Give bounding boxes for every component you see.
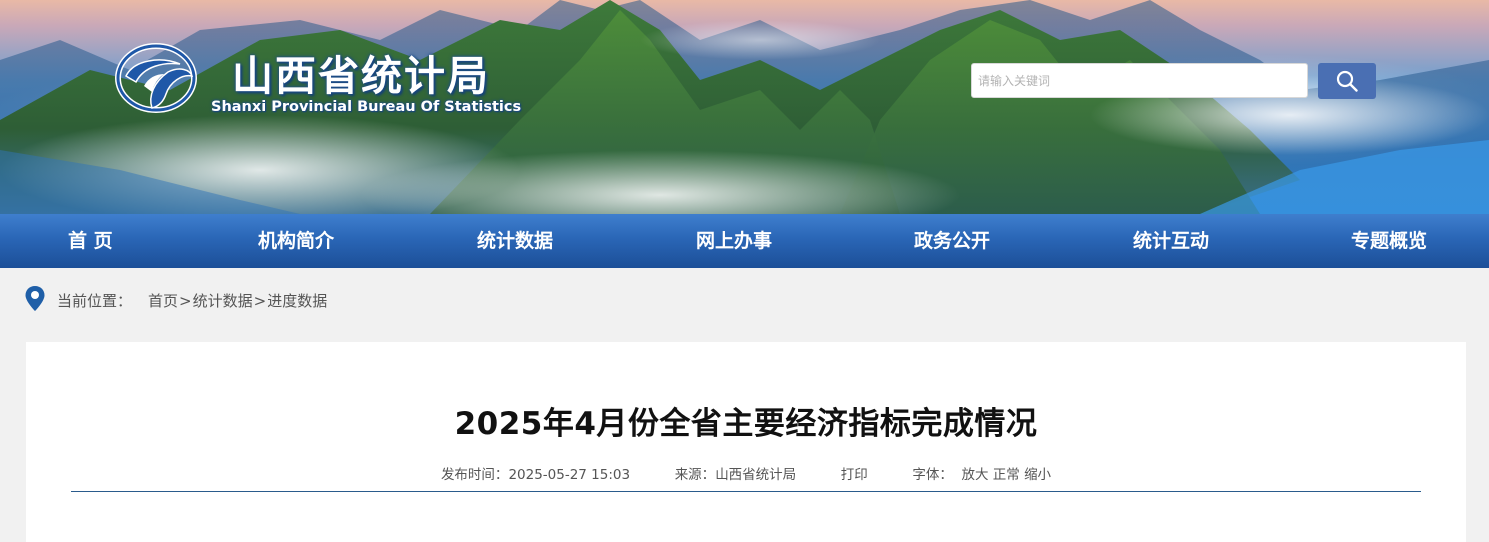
article-meta: 发布时间：2025-05-27 15:03 来源：山西省统计局 打印 字体： 放…	[26, 463, 1466, 483]
main-nav: 首 页 机构简介 统计数据 网上办事 政务公开 统计互动 专题概览	[0, 214, 1489, 268]
breadcrumb-item-home[interactable]: 首页	[148, 292, 178, 310]
site-title: 山西省统计局	[232, 52, 490, 100]
nav-item-online-services[interactable]: 网上办事	[696, 214, 772, 268]
article-panel: 2025年4月份全省主要经济指标完成情况 发布时间：2025-05-27 15:…	[26, 342, 1466, 542]
breadcrumb: 当前位置： 首页>统计数据>进度数据	[0, 268, 1489, 342]
font-smaller-link[interactable]: 缩小	[1024, 463, 1051, 483]
article-title: 2025年4月份全省主要经济指标完成情况	[454, 406, 1038, 442]
nav-item-topics[interactable]: 专题概览	[1351, 214, 1427, 268]
nav-item-about[interactable]: 机构简介	[258, 214, 334, 268]
breadcrumb-label: 当前位置：	[57, 292, 133, 310]
breadcrumb-links: 首页>统计数据>进度数据	[148, 290, 327, 311]
breadcrumb-item-statistics[interactable]: 统计数据	[193, 292, 253, 310]
title-divider	[71, 491, 1421, 492]
breadcrumb-separator: >	[179, 292, 192, 310]
font-normal-link[interactable]: 正常	[993, 463, 1020, 483]
nav-item-home[interactable]: 首 页	[68, 214, 113, 268]
breadcrumb-item-progress-data[interactable]: 进度数据	[267, 292, 327, 310]
source-value: 山西省统计局	[715, 467, 797, 483]
site-subtitle: Shanxi Provincial Bureau Of Statistics	[211, 99, 522, 115]
publish-time-label: 发布时间：	[440, 467, 509, 483]
nav-item-statistics[interactable]: 统计数据	[477, 214, 553, 268]
nav-item-interaction[interactable]: 统计互动	[1133, 214, 1209, 268]
search-input[interactable]	[971, 63, 1308, 98]
font-size-label: 字体：	[912, 467, 953, 483]
publish-time: 2025-05-27 15:03	[508, 467, 631, 483]
font-larger-link[interactable]: 放大	[961, 463, 988, 483]
search-icon	[1336, 70, 1358, 92]
header-banner: 山西省统计局 Shanxi Provincial Bureau Of Stati…	[0, 0, 1489, 214]
bureau-emblem-icon	[115, 43, 197, 113]
search-button[interactable]	[1318, 63, 1376, 99]
source-label: 来源：	[674, 467, 716, 483]
breadcrumb-separator: >	[253, 292, 267, 310]
location-pin-icon	[25, 286, 45, 311]
nav-item-government-affairs[interactable]: 政务公开	[914, 214, 990, 268]
print-link[interactable]: 打印	[841, 463, 868, 483]
